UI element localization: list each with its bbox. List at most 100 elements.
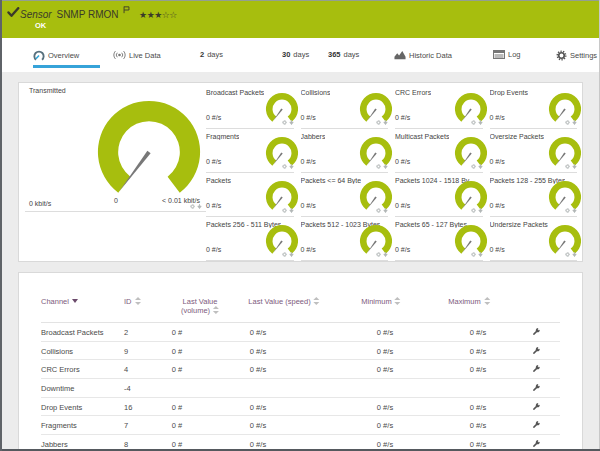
channel-settings-wrench-icon[interactable] — [531, 364, 541, 376]
table-row[interactable]: CRC Errors 4 0 # 0 #/s 0 #/s 0 #/s — [41, 360, 560, 379]
tab-bar: Overview Live Data 2days 30days 365days … — [0, 38, 600, 72]
channel-settings-wrench-icon[interactable] — [531, 346, 541, 358]
column-header-id[interactable]: ID — [124, 297, 141, 306]
channel-gear-icon[interactable] — [471, 164, 476, 169]
main-gauge-transmitted[interactable]: Transmitted 0 < 0.01 kbit/s 0 kbit/s — [25, 83, 206, 212]
table-row[interactable]: Fragments 7 0 # 0 #/s 0 #/s 0 #/s — [41, 416, 560, 435]
channel-settings-wrench-icon[interactable] — [531, 327, 541, 339]
channel-pin-icon[interactable] — [383, 208, 388, 213]
cell-maximum: 0 #/s — [470, 403, 486, 412]
channel-gauge-cell[interactable]: CRC Errors 0 #/s — [395, 85, 490, 129]
channel-gauge-cell[interactable]: Multicast Packets 0 #/s — [395, 129, 490, 173]
channel-gear-icon[interactable] — [471, 208, 476, 213]
tab-overview[interactable]: Overview — [33, 50, 79, 61]
channel-gear-icon[interactable] — [471, 252, 476, 257]
gauge-value: 0 kbit/s — [29, 200, 51, 207]
channel-pin-icon[interactable] — [572, 120, 577, 125]
channel-gear-icon[interactable] — [565, 208, 570, 213]
channel-settings-wrench-icon[interactable] — [531, 439, 541, 451]
channel-gear-icon[interactable] — [282, 164, 287, 169]
gauge-value: 0 #/s — [206, 114, 221, 121]
channel-gear-icon[interactable] — [282, 208, 287, 213]
channel-gauge-cell[interactable]: Undersize Packets 0 #/s — [490, 217, 585, 261]
table-row[interactable]: Drop Events 16 0 # 0 #/s 0 #/s 0 #/s — [41, 398, 560, 417]
channel-settings-wrench-icon[interactable] — [531, 420, 541, 432]
table-row[interactable]: Collisions 9 0 # 0 #/s 0 #/s 0 #/s — [41, 342, 560, 361]
channel-pin-icon[interactable] — [289, 164, 294, 169]
channel-pin-icon[interactable] — [478, 164, 483, 169]
channel-pin-icon[interactable] — [572, 252, 577, 257]
gauge-value: 0 #/s — [206, 246, 221, 253]
channel-gauge-cell[interactable]: Broadcast Packets 0 #/s — [206, 85, 301, 129]
channel-pin-icon[interactable] — [478, 252, 483, 257]
priority-stars[interactable]: ★★★☆☆ — [139, 10, 177, 20]
channel-gauge-cell[interactable]: Packets 0 #/s — [206, 173, 301, 217]
channel-gauge-cell[interactable]: Oversize Packets 0 #/s — [490, 129, 585, 173]
live-data-icon — [113, 50, 126, 60]
channel-gear-icon[interactable] — [190, 204, 195, 209]
tab-live-data[interactable]: Live Data — [113, 50, 161, 60]
tab-settings[interactable]: Settings — [556, 50, 597, 61]
channel-gear-icon[interactable] — [565, 164, 570, 169]
cell-last-value-volume: 0 # — [172, 403, 182, 412]
column-header-last-value-volume[interactable]: Last Value(volume) — [181, 297, 219, 315]
channel-settings-wrench-icon[interactable] — [531, 383, 541, 395]
channel-pin-icon[interactable] — [197, 204, 202, 209]
cell-last-value-speed: 0 #/s — [250, 440, 266, 449]
gauge-label: Transmitted — [29, 87, 66, 94]
column-header-last-value-speed[interactable]: Last Value (speed) — [248, 297, 319, 306]
channel-gauge-cell[interactable]: Fragments 0 #/s — [206, 129, 301, 173]
channel-gear-icon[interactable] — [565, 120, 570, 125]
channel-settings-wrench-icon[interactable] — [531, 402, 541, 414]
channel-gauge-cell[interactable]: Packets 256 - 511 Bytes 0 #/s — [206, 217, 301, 261]
prtg-sensor-page: Sensor SNMP RMON ★★★☆☆ OK Overview Live … — [0, 0, 600, 451]
column-header-minimum[interactable]: Minimum — [361, 297, 400, 306]
flag-icon[interactable] — [123, 6, 130, 14]
channel-gauge-cell[interactable]: Packets <= 64 Byte 0 #/s — [301, 173, 396, 217]
channel-gauge-cell[interactable]: Jabbers 0 #/s — [301, 129, 396, 173]
tab-365-days[interactable]: 365days — [328, 50, 359, 59]
channel-gear-icon[interactable] — [565, 252, 570, 257]
channel-gear-icon[interactable] — [282, 120, 287, 125]
channel-pin-icon[interactable] — [478, 120, 483, 125]
cell-minimum: 0 #/s — [377, 403, 393, 412]
channel-pin-icon[interactable] — [289, 252, 294, 257]
gauge-label: Packets — [206, 177, 231, 184]
channel-gear-icon[interactable] — [376, 120, 381, 125]
table-row[interactable]: Broadcast Packets 2 0 # 0 #/s 0 #/s 0 #/… — [41, 323, 560, 342]
channel-pin-icon[interactable] — [383, 120, 388, 125]
cell-maximum: 0 #/s — [470, 347, 486, 356]
channel-gauge-cell[interactable]: Packets 65 - 127 Bytes 0 #/s — [395, 217, 490, 261]
tab-30-days[interactable]: 30days — [282, 50, 309, 59]
tab-historic-data[interactable]: Historic Data — [394, 50, 452, 60]
channel-pin-icon[interactable] — [383, 252, 388, 257]
channel-pin-icon[interactable] — [572, 164, 577, 169]
table-row[interactable]: Jabbers 8 0 # 0 #/s 0 #/s 0 #/s — [41, 435, 560, 451]
column-header-channel[interactable]: Channel — [41, 297, 78, 306]
channel-pin-icon[interactable] — [383, 164, 388, 169]
channel-gear-icon[interactable] — [376, 208, 381, 213]
gauge-label: Oversize Packets — [490, 133, 544, 140]
channel-gauge-cell[interactable]: Collisions 0 #/s — [301, 85, 396, 129]
channel-gauge-cell[interactable]: Packets 128 - 255 Bytes 0 #/s — [490, 173, 585, 217]
channel-gauge-cell[interactable]: Packets 512 - 1023 Bytes 0 #/s — [301, 217, 396, 261]
column-header-maximum[interactable]: Maximum — [448, 297, 490, 306]
cell-channel: Downtime — [41, 384, 74, 393]
channel-pin-icon[interactable] — [289, 120, 294, 125]
cell-id: -4 — [124, 384, 131, 393]
channel-gear-icon[interactable] — [282, 252, 287, 257]
channel-gear-icon[interactable] — [376, 164, 381, 169]
tab-2-days[interactable]: 2days — [200, 50, 223, 59]
channel-gauge-cell[interactable]: Packets 1024 - 1518 Bytes 0 #/s — [395, 173, 490, 217]
tab-log[interactable]: Log — [493, 50, 521, 59]
channel-pin-icon[interactable] — [289, 208, 294, 213]
gauge-value: 0 #/s — [206, 158, 221, 165]
channel-pin-icon[interactable] — [478, 208, 483, 213]
channel-gauge-cell[interactable]: Drop Events 0 #/s — [490, 85, 585, 129]
channel-pin-icon[interactable] — [572, 208, 577, 213]
channel-gear-icon[interactable] — [471, 120, 476, 125]
gauge-value: 0 #/s — [395, 114, 410, 121]
cell-channel: Fragments — [41, 421, 77, 430]
table-row[interactable]: Downtime -4 — [41, 379, 560, 398]
channel-gear-icon[interactable] — [376, 252, 381, 257]
